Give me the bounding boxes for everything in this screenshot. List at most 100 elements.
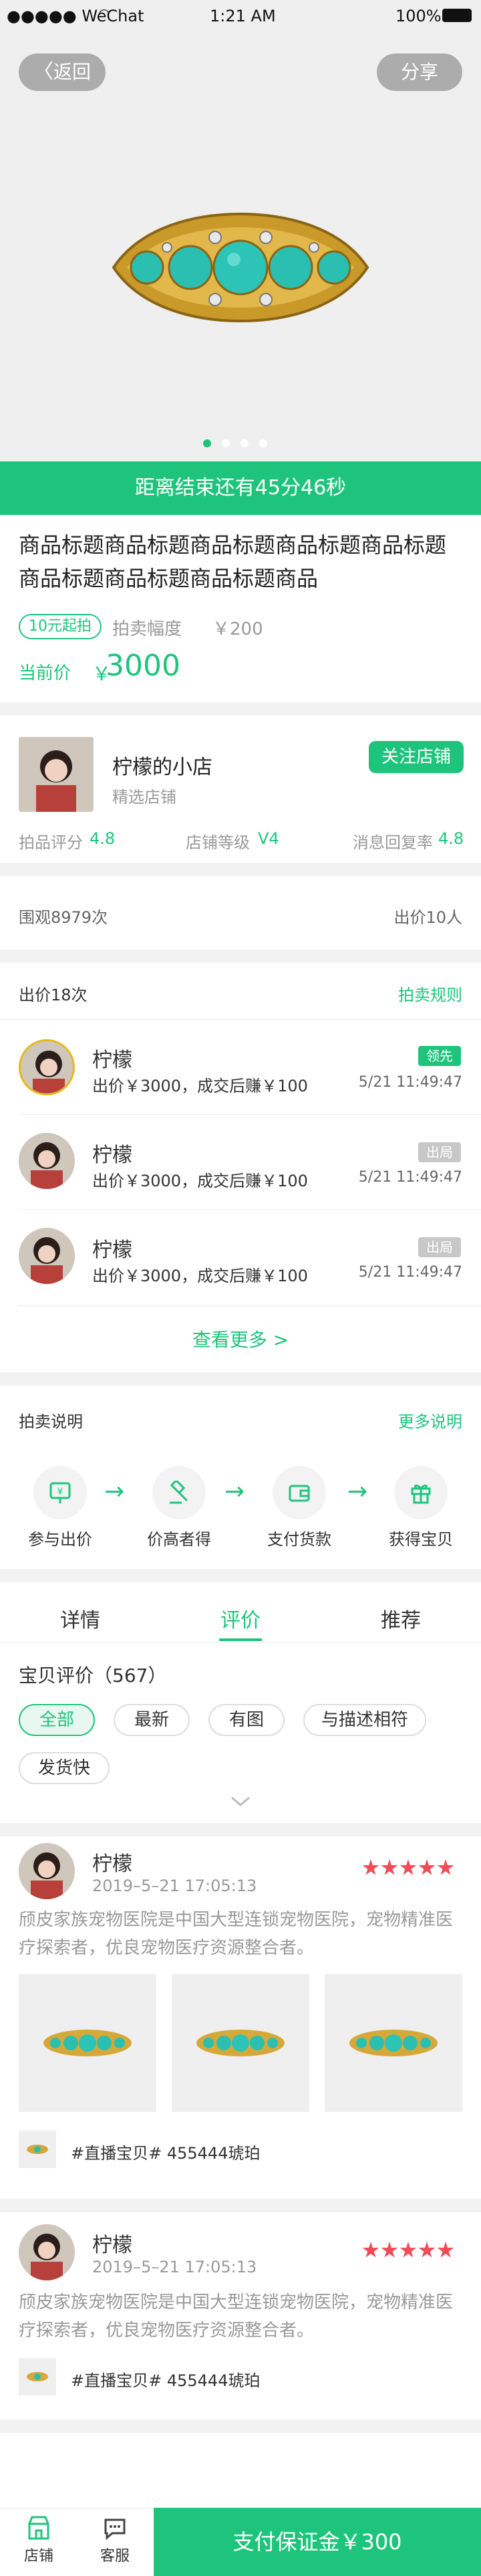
service-nav-button[interactable]: 客服 xyxy=(88,2514,142,2572)
store-nav-button[interactable]: 店铺 xyxy=(12,2514,65,2572)
arrow-right-icon: → xyxy=(347,1478,368,1505)
countdown-banner: 距离结束还有45分46秒 xyxy=(0,461,481,515)
current-price-label: 当前价 xyxy=(19,663,71,683)
rating-label-reply: 消息回复率 xyxy=(353,833,433,852)
star-icon xyxy=(437,2242,454,2258)
step-receive xyxy=(394,1466,448,1519)
section-divider xyxy=(0,1372,481,1386)
tab-recommend[interactable]: 推荐 xyxy=(321,1604,481,1633)
filter-with-photo[interactable]: 有图 xyxy=(208,1704,285,1736)
carousel-dot[interactable] xyxy=(240,439,249,447)
active-tab-indicator xyxy=(219,1638,262,1641)
ring-thumbnail xyxy=(43,2030,132,2056)
divider xyxy=(19,1114,481,1115)
live-product-thumbnail[interactable] xyxy=(19,2358,56,2395)
rating-value-level: V4 xyxy=(258,829,279,848)
svg-text:¥: ¥ xyxy=(57,1487,63,1497)
reviewer-name: 柠檬 xyxy=(92,2234,132,2257)
share-button[interactable]: 分享 xyxy=(377,53,462,91)
chevron-down-icon[interactable] xyxy=(230,1796,251,1807)
live-product-tag[interactable]: #直播宝贝# 455444琥珀 xyxy=(71,2367,260,2391)
arrow-right-icon: → xyxy=(224,1478,245,1505)
section-divider xyxy=(0,2199,481,2212)
carrier-label: ●●●●● WeChat xyxy=(7,7,144,25)
gavel-icon xyxy=(170,1481,188,1504)
review-photo[interactable] xyxy=(19,1974,156,2112)
bidder-avatar xyxy=(19,1039,75,1095)
pay-deposit-button[interactable]: 支付保证金￥300 xyxy=(154,2508,481,2576)
auction-rules-link[interactable]: 拍卖规则 xyxy=(398,982,462,1005)
arrow-right-icon: → xyxy=(104,1478,125,1505)
chevron-left-icon: 〈 xyxy=(33,60,53,84)
price-tag-icon: ¥ xyxy=(49,1482,71,1503)
bid-count-title: 出价18次 xyxy=(19,986,88,1004)
filter-fast-shipping[interactable]: 发货快 xyxy=(19,1752,110,1784)
back-button[interactable]: 〈返回 xyxy=(19,53,106,91)
rating-value-reply: 4.8 xyxy=(438,829,464,848)
carousel-dot[interactable] xyxy=(222,439,230,447)
increment-value: ￥200 xyxy=(212,619,263,639)
review-photo[interactable] xyxy=(325,1974,462,2112)
review-photo[interactable] xyxy=(172,1974,309,2112)
star-icon xyxy=(437,1859,454,1875)
divider xyxy=(19,1209,481,1210)
star-icon xyxy=(418,2242,436,2258)
increment-label: 拍卖幅度 xyxy=(112,619,182,639)
section-divider xyxy=(0,2420,481,2433)
bidder-name: 柠檬 xyxy=(92,1144,132,1167)
current-price: 3000 xyxy=(106,649,180,683)
store-icon xyxy=(28,2516,49,2540)
review-date: 2019–5–21 17:05:13 xyxy=(92,2258,257,2276)
wallet-icon xyxy=(289,1485,310,1502)
section-divider xyxy=(0,1823,481,1836)
shop-name[interactable]: 柠檬的小店 xyxy=(112,750,212,780)
step-bid: ¥ xyxy=(33,1466,87,1519)
ring-thumbnail xyxy=(349,2030,438,2056)
rating-label-item: 拍品评分 xyxy=(19,833,83,852)
carousel-dot-active[interactable] xyxy=(203,439,211,447)
more-guide-link[interactable]: 更多说明 xyxy=(398,1408,462,1432)
divider xyxy=(19,1305,481,1306)
store-label: 店铺 xyxy=(23,2548,53,2565)
ring-image xyxy=(112,212,369,323)
star-icon xyxy=(381,1859,398,1875)
bidder-avatar xyxy=(19,1133,75,1189)
out-badge: 出局 xyxy=(418,1142,461,1162)
shop-avatar[interactable] xyxy=(19,737,94,812)
star-icon xyxy=(399,2242,417,2258)
star-icon xyxy=(399,1859,417,1875)
filter-as-described[interactable]: 与描述相符 xyxy=(303,1704,426,1736)
shop-subtitle: 精选店铺 xyxy=(112,788,176,807)
review-text: 颀皮家族宠物医院是中国大型连锁宠物医院，宠物精准医疗探索者，优良宠物医疗资源整合… xyxy=(19,1910,454,1958)
product-title: 商品标题商品标题商品标题商品标题商品标题商品标题商品标题商品标题商品 xyxy=(19,532,447,591)
divider xyxy=(0,1019,481,1020)
star-rating xyxy=(361,1859,454,1879)
battery-icon xyxy=(442,9,472,22)
follow-shop-button[interactable]: 关注店铺 xyxy=(369,741,464,773)
carousel-dot[interactable] xyxy=(259,439,267,447)
person-photo-icon xyxy=(19,1228,75,1284)
rating-label-level: 店铺等级 xyxy=(186,833,250,852)
filter-latest[interactable]: 最新 xyxy=(114,1704,190,1736)
status-bar: ●●●●● WeChat ◠ 1:21 AM 100% xyxy=(0,0,481,31)
step-label: 获得宝贝 xyxy=(389,1530,453,1549)
bid-time: 5/21 11:49:47 xyxy=(358,1169,462,1186)
tab-reviews[interactable]: 评价 xyxy=(160,1604,321,1633)
tab-details[interactable]: 详情 xyxy=(0,1604,160,1633)
reviewer-avatar xyxy=(19,1843,75,1899)
view-more-bids-link[interactable]: 查看更多 > xyxy=(0,1325,481,1352)
reviewer-avatar xyxy=(19,2224,75,2280)
section-divider xyxy=(0,950,481,963)
ring-thumbnail xyxy=(196,2030,285,2056)
back-label: 返回 xyxy=(53,61,91,83)
live-product-thumbnail[interactable] xyxy=(19,2131,56,2168)
person-photo-icon xyxy=(19,737,94,812)
live-product-tag[interactable]: #直播宝贝# 455444琥珀 xyxy=(71,2140,260,2163)
filter-all[interactable]: 全部 xyxy=(19,1704,95,1736)
step-pay xyxy=(273,1466,326,1519)
out-badge: 出局 xyxy=(418,1237,461,1257)
leading-badge: 领先 xyxy=(418,1046,461,1066)
step-label: 价高者得 xyxy=(147,1530,211,1549)
service-label: 客服 xyxy=(100,2548,130,2565)
auction-page: ●●●●● WeChat ◠ 1:21 AM 100% 〈返回 分享 距离结束还… xyxy=(0,0,481,2576)
